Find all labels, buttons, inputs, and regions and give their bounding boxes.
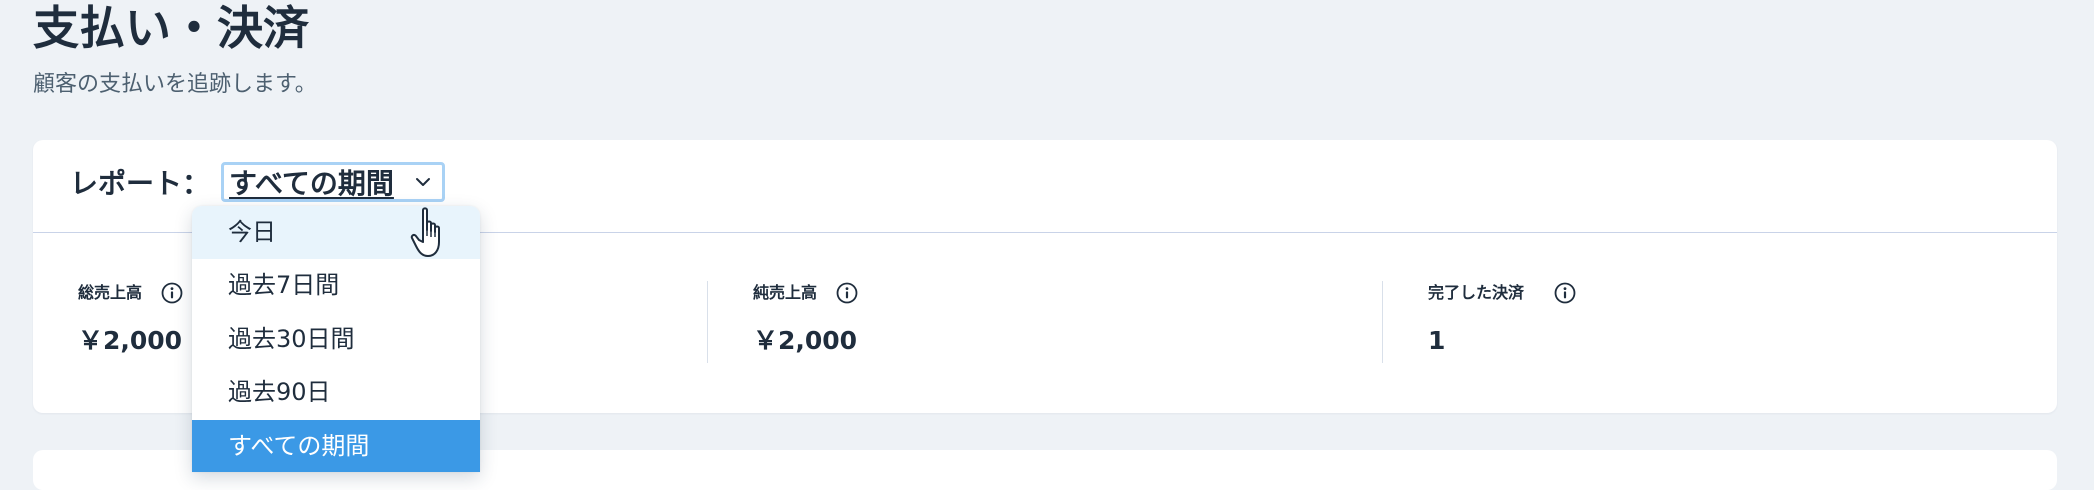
dropdown-option-90-days[interactable]: 過去90日 — [192, 366, 480, 419]
stat-divider — [707, 281, 708, 363]
stat-label: 純売上高 — [753, 283, 818, 302]
info-icon[interactable] — [1553, 281, 1577, 305]
chevron-down-icon — [416, 178, 430, 186]
period-select-value: すべての期間 — [229, 167, 394, 200]
stat-label: 完了した決済 — [1428, 283, 1525, 302]
stat-value: ￥2,000 — [753, 326, 858, 355]
stat-divider — [1382, 281, 1383, 363]
report-label: レポート： — [70, 167, 211, 200]
hand-pointer-cursor-icon — [410, 207, 440, 257]
dropdown-option-30-days[interactable]: 過去30日間 — [192, 313, 480, 366]
page-title: 支払い・決済 — [33, 1, 309, 55]
stat-value: 1 — [1428, 326, 1446, 355]
dropdown-option-all-time[interactable]: すべての期間 — [192, 420, 480, 472]
page-subtitle: 顧客の支払いを追跡します。 — [33, 72, 317, 97]
info-icon[interactable] — [160, 281, 184, 305]
stat-net-sales: 純売上高 ￥2,000 — [753, 233, 1393, 413]
stat-label: 総売上高 — [78, 283, 143, 302]
stat-value: ￥2,000 — [78, 326, 183, 355]
period-select[interactable]: すべての期間 — [221, 162, 445, 202]
stat-completed-payments: 完了した決済 1 — [1428, 233, 2028, 413]
dropdown-option-7-days[interactable]: 過去7日間 — [192, 259, 480, 312]
info-icon[interactable] — [835, 281, 859, 305]
